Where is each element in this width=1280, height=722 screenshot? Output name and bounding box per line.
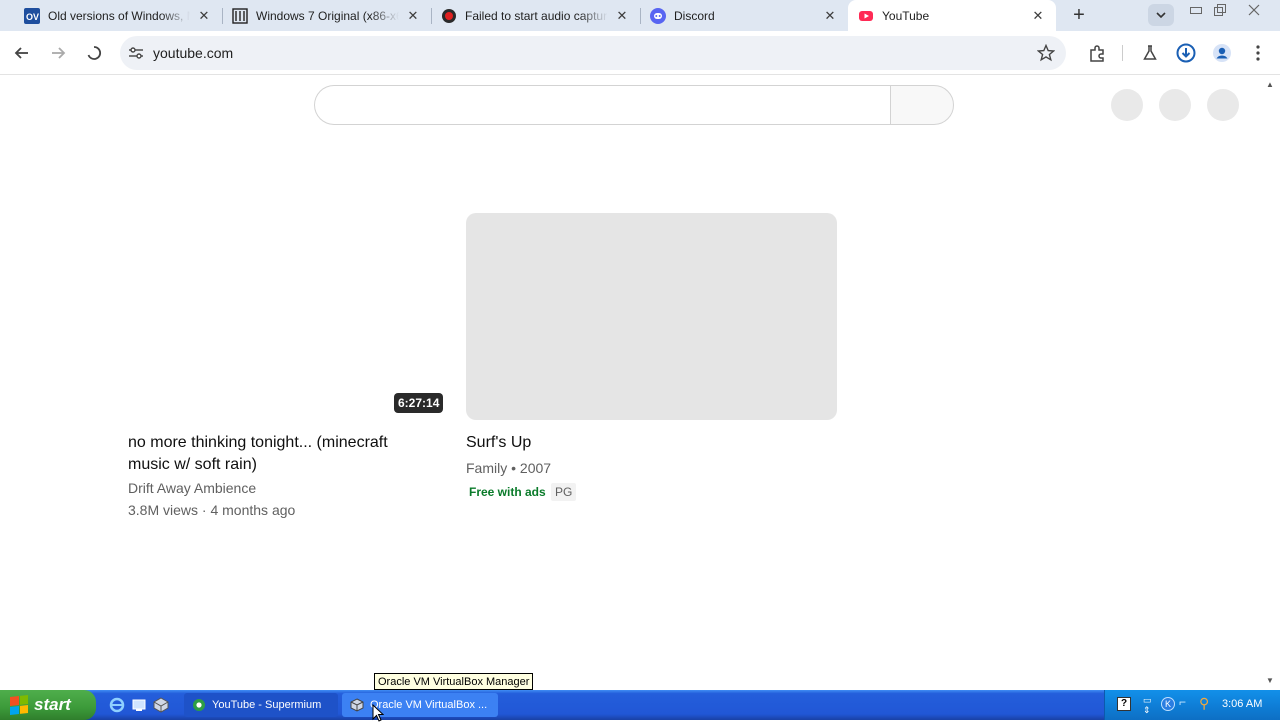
placeholder-avatar[interactable] xyxy=(1207,89,1239,121)
tab-title: Failed to start audio capture xyxy=(465,8,608,23)
loading-spinner-icon xyxy=(87,46,102,60)
movie-thumbnail[interactable] xyxy=(466,213,837,420)
close-icon xyxy=(1248,4,1260,16)
tab-title: YouTube xyxy=(882,8,930,23)
profile-avatar-icon xyxy=(1213,44,1231,62)
youtube-search-input[interactable] xyxy=(314,85,891,125)
bookmark-star-icon[interactable] xyxy=(1036,43,1056,67)
restore-button[interactable] xyxy=(1208,0,1232,20)
video-duration: 6:27:14 xyxy=(394,393,444,413)
svg-text:OV: OV xyxy=(26,12,39,22)
close-window-button[interactable] xyxy=(1242,0,1266,20)
supermium-icon xyxy=(192,698,206,712)
taskbar-button-label: YouTube - Supermium xyxy=(212,699,322,711)
video-thumbnail[interactable] xyxy=(128,213,442,420)
stop-loading-button[interactable] xyxy=(80,39,108,67)
taskbar-tooltip: Oracle VM VirtualBox Manager xyxy=(374,673,534,690)
taskbar-button-youtube-supermium[interactable]: YouTube - Supermium xyxy=(184,693,338,717)
minimize-icon xyxy=(1190,7,1202,14)
video-stats: 3.8M views · 4 months ago xyxy=(128,502,296,518)
extensions-button[interactable] xyxy=(1083,39,1111,67)
start-button[interactable]: start xyxy=(0,690,96,720)
discord-icon xyxy=(650,7,666,24)
browser-menu-button[interactable] xyxy=(1244,39,1272,67)
restore-icon xyxy=(1214,4,1226,16)
new-tab-button[interactable]: + xyxy=(1066,3,1092,27)
flask-icon xyxy=(1143,45,1157,60)
internet-explorer-icon[interactable] xyxy=(108,696,126,714)
chevron-down-icon xyxy=(1156,12,1166,18)
scroll-up-arrow[interactable]: ▲ xyxy=(1266,80,1274,89)
tray-clock: 3:06 AM xyxy=(1222,698,1263,710)
video-title-line: no more thinking tonight... (minecraft xyxy=(128,434,388,451)
record-icon xyxy=(441,8,457,24)
tab-youtube[interactable]: YouTube ✕ xyxy=(848,0,1056,31)
taskbar-button-virtualbox[interactable]: Oracle VM VirtualBox ... xyxy=(342,693,498,717)
kebab-menu-icon xyxy=(1256,45,1260,61)
search-icon[interactable]: ⚲ xyxy=(1199,695,1209,712)
mouse-cursor-icon xyxy=(372,704,384,722)
help-icon[interactable]: ? xyxy=(1117,697,1131,711)
virtualbox-icon xyxy=(350,698,364,712)
back-button[interactable] xyxy=(8,39,36,67)
tab-strip: OV Old versions of Windows, Ma ✕ Windows… xyxy=(0,0,1280,31)
tab-title: Old versions of Windows, Ma xyxy=(48,8,190,23)
address-bar[interactable]: youtube.com xyxy=(120,36,1066,70)
downloads-button[interactable] xyxy=(1172,39,1200,67)
tab-audio-capture[interactable]: Failed to start audio capture ✕ xyxy=(417,0,640,31)
start-label: start xyxy=(34,695,71,714)
network-icon[interactable]: ▭ ⇕ xyxy=(1143,695,1152,715)
browser-toolbar: youtube.com xyxy=(0,31,1280,75)
youtube-icon xyxy=(858,8,874,24)
placeholder-notifications-icon[interactable] xyxy=(1159,89,1191,121)
youtube-search-button[interactable] xyxy=(890,85,954,125)
placeholder-create-icon[interactable] xyxy=(1111,89,1143,121)
minimize-button[interactable] xyxy=(1184,0,1208,20)
labs-button[interactable] xyxy=(1136,39,1164,67)
close-tab-icon[interactable]: ✕ xyxy=(1030,8,1046,24)
tab-title: Windows 7 Original (x86-x64 xyxy=(256,8,399,23)
close-tab-icon[interactable]: ✕ xyxy=(822,8,838,24)
tab-windows-7[interactable]: Windows 7 Original (x86-x64 ✕ xyxy=(208,0,431,31)
arrow-left-icon xyxy=(14,47,28,59)
rating-badge: PG xyxy=(551,483,577,501)
language-icon[interactable]: K xyxy=(1161,697,1175,711)
movie-meta: Family • 2007 xyxy=(466,460,552,476)
download-icon xyxy=(1176,43,1196,63)
video-title[interactable]: no more thinking tonight... (minecraft m… xyxy=(128,432,438,476)
tab-title: Discord xyxy=(674,8,715,23)
safely-remove-icon[interactable]: ⌐ xyxy=(1179,695,1186,709)
toolbar-divider xyxy=(1122,45,1123,61)
ov-icon: OV xyxy=(24,7,40,24)
tab-discord[interactable]: Discord ✕ xyxy=(626,0,848,31)
arrow-right-icon xyxy=(52,47,66,59)
free-with-ads-badge: Free with ads xyxy=(466,483,549,501)
puzzle-icon xyxy=(1090,45,1104,62)
url-text: youtube.com xyxy=(153,45,234,61)
show-desktop-icon[interactable] xyxy=(130,696,148,714)
virtualbox-quicklaunch-icon[interactable] xyxy=(152,696,170,714)
taskbar-button-label: Oracle VM VirtualBox ... xyxy=(370,699,488,711)
taskbar: start YouTube - Supermium Oracle VM Virt… xyxy=(0,690,1280,722)
movie-title[interactable]: Surf's Up xyxy=(466,432,531,454)
forward-button[interactable] xyxy=(44,39,72,67)
scroll-down-arrow[interactable]: ▼ xyxy=(1266,676,1274,685)
video-title-line: music w/ soft rain) xyxy=(128,456,257,473)
channel-name[interactable]: Drift Away Ambience xyxy=(128,478,256,498)
tab-search-button[interactable] xyxy=(1148,4,1174,26)
tab-old-versions[interactable]: OV Old versions of Windows, Ma ✕ xyxy=(0,0,222,31)
windows-logo-icon xyxy=(10,695,28,715)
archive-icon xyxy=(232,7,248,24)
site-info-icon[interactable] xyxy=(128,46,144,65)
profile-button[interactable] xyxy=(1208,39,1236,67)
